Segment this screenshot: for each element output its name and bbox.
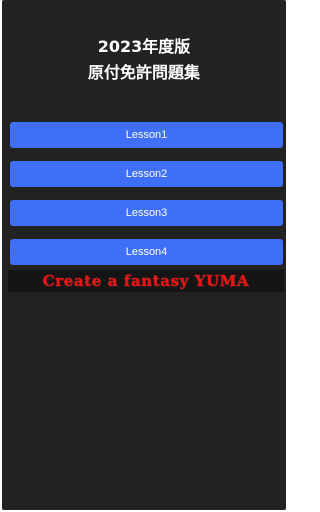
developer-banner[interactable]: Create a fantasy YUMA [8,270,284,292]
lesson-4-button[interactable]: Lesson4 [10,239,283,265]
title-quiz-collection: 原付免許問題集 [87,63,200,82]
title-year-edition: 2023年度版 [97,37,191,56]
banner-text: Create a fantasy YUMA [42,272,250,290]
page-title: 2023年度版 原付免許問題集 [2,34,286,86]
lesson-3-button[interactable]: Lesson3 [10,200,283,226]
app-screen: 2023年度版 原付免許問題集 Lesson1 Lesson2 Lesson3 … [2,0,286,510]
lesson-2-button[interactable]: Lesson2 [10,161,283,187]
lesson-1-button[interactable]: Lesson1 [10,122,283,148]
